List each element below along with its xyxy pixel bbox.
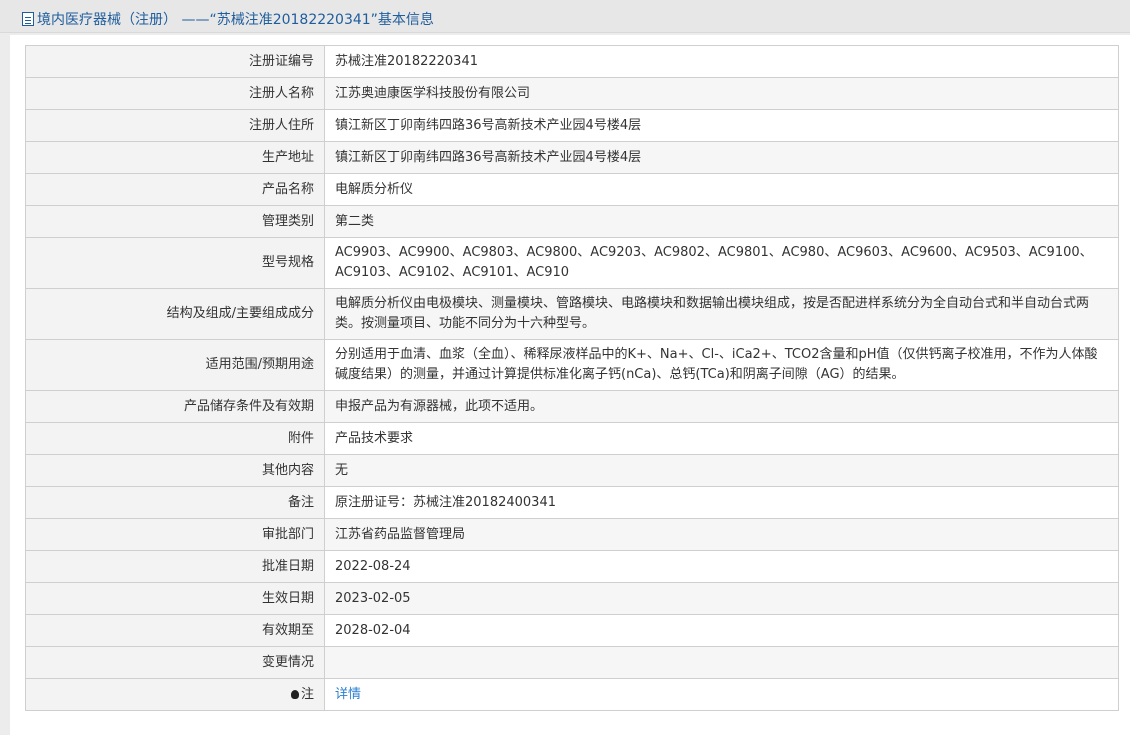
table-row: 产品名称 电解质分析仪 xyxy=(25,173,1119,206)
row-label: 注册证编号 xyxy=(25,45,325,78)
row-value: 苏械注准20182220341 xyxy=(324,45,1119,78)
row-label: 管理类别 xyxy=(25,205,325,238)
info-panel: 注册证编号 苏械注准20182220341 注册人名称 江苏奥迪康医学科技股份有… xyxy=(10,35,1130,735)
row-label: 适用范围/预期用途 xyxy=(25,339,325,391)
row-value: 江苏省药品监督管理局 xyxy=(324,518,1119,551)
row-label: 产品储存条件及有效期 xyxy=(25,390,325,423)
table-row: 批准日期 2022-08-24 xyxy=(25,550,1119,583)
note-value-cell: 详情 xyxy=(324,678,1119,711)
table-row: 注册证编号 苏械注准20182220341 xyxy=(25,45,1119,78)
row-label: 型号规格 xyxy=(25,237,325,289)
table-row: 生效日期 2023-02-05 xyxy=(25,582,1119,615)
device-info-table: 注册证编号 苏械注准20182220341 注册人名称 江苏奥迪康医学科技股份有… xyxy=(25,45,1119,711)
note-label: 注 xyxy=(300,686,314,702)
note-label-cell: 注 xyxy=(25,678,325,711)
row-label: 注册人名称 xyxy=(25,77,325,110)
row-value: 申报产品为有源器械，此项不适用。 xyxy=(324,390,1119,423)
table-row: 适用范围/预期用途 分别适用于血清、血浆（全血）、稀释尿液样品中的K+、Na+、… xyxy=(25,339,1119,391)
page-title: 境内医疗器械（注册） ——“苏械注准20182220341”基本信息 xyxy=(37,12,434,28)
table-row: 变更情况 xyxy=(25,646,1119,679)
row-value: 第二类 xyxy=(324,205,1119,238)
row-label: 附件 xyxy=(25,422,325,455)
row-value: 2022-08-24 xyxy=(324,550,1119,583)
table-row: 生产地址 镇江新区丁卯南纬四路36号高新技术产业园4号楼4层 xyxy=(25,141,1119,174)
table-row: 结构及组成/主要组成成分 电解质分析仪由电极模块、测量模块、管路模块、电路模块和… xyxy=(25,288,1119,340)
row-value: 原注册证号：苏械注准20182400341 xyxy=(324,486,1119,519)
table-row: 备注 原注册证号：苏械注准20182400341 xyxy=(25,486,1119,519)
row-label: 注册人住所 xyxy=(25,109,325,142)
row-value: 无 xyxy=(324,454,1119,487)
row-value: 电解质分析仪由电极模块、测量模块、管路模块、电路模块和数据输出模块组成，按是否配… xyxy=(324,288,1119,340)
table-row: 管理类别 第二类 xyxy=(25,205,1119,238)
row-value: 产品技术要求 xyxy=(324,422,1119,455)
row-label: 审批部门 xyxy=(25,518,325,551)
row-value: AC9903、AC9900、AC9803、AC9800、AC9203、AC980… xyxy=(324,237,1119,289)
table-row: 附件 产品技术要求 xyxy=(25,422,1119,455)
document-icon xyxy=(22,12,34,26)
row-label: 生产地址 xyxy=(25,141,325,174)
row-label: 有效期至 xyxy=(25,614,325,647)
row-value: 镇江新区丁卯南纬四路36号高新技术产业园4号楼4层 xyxy=(324,141,1119,174)
lightbulb-icon xyxy=(290,689,299,699)
row-value: 电解质分析仪 xyxy=(324,173,1119,206)
details-link[interactable]: 详情 xyxy=(335,687,361,702)
row-label: 结构及组成/主要组成成分 xyxy=(25,288,325,340)
table-row: 产品储存条件及有效期 申报产品为有源器械，此项不适用。 xyxy=(25,390,1119,423)
row-value: 江苏奥迪康医学科技股份有限公司 xyxy=(324,77,1119,110)
table-row: 有效期至 2028-02-04 xyxy=(25,614,1119,647)
row-label: 备注 xyxy=(25,486,325,519)
row-label: 生效日期 xyxy=(25,582,325,615)
row-label: 变更情况 xyxy=(25,646,325,679)
page-header: 境内医疗器械（注册） ——“苏械注准20182220341”基本信息 xyxy=(0,0,1130,33)
row-value: 2023-02-05 xyxy=(324,582,1119,615)
row-value: 镇江新区丁卯南纬四路36号高新技术产业园4号楼4层 xyxy=(324,109,1119,142)
row-label: 产品名称 xyxy=(25,173,325,206)
row-label: 其他内容 xyxy=(25,454,325,487)
row-value: 2028-02-04 xyxy=(324,614,1119,647)
table-row: 注册人名称 江苏奥迪康医学科技股份有限公司 xyxy=(25,77,1119,110)
row-value xyxy=(324,646,1119,679)
table-row: 注册人住所 镇江新区丁卯南纬四路36号高新技术产业园4号楼4层 xyxy=(25,109,1119,142)
row-label: 批准日期 xyxy=(25,550,325,583)
table-row: 其他内容 无 xyxy=(25,454,1119,487)
row-value: 分别适用于血清、血浆（全血）、稀释尿液样品中的K+、Na+、Cl-、iCa2+、… xyxy=(324,339,1119,391)
table-row: 审批部门 江苏省药品监督管理局 xyxy=(25,518,1119,551)
note-row: 注 详情 xyxy=(25,678,1119,711)
table-row: 型号规格 AC9903、AC9900、AC9803、AC9800、AC9203、… xyxy=(25,237,1119,289)
